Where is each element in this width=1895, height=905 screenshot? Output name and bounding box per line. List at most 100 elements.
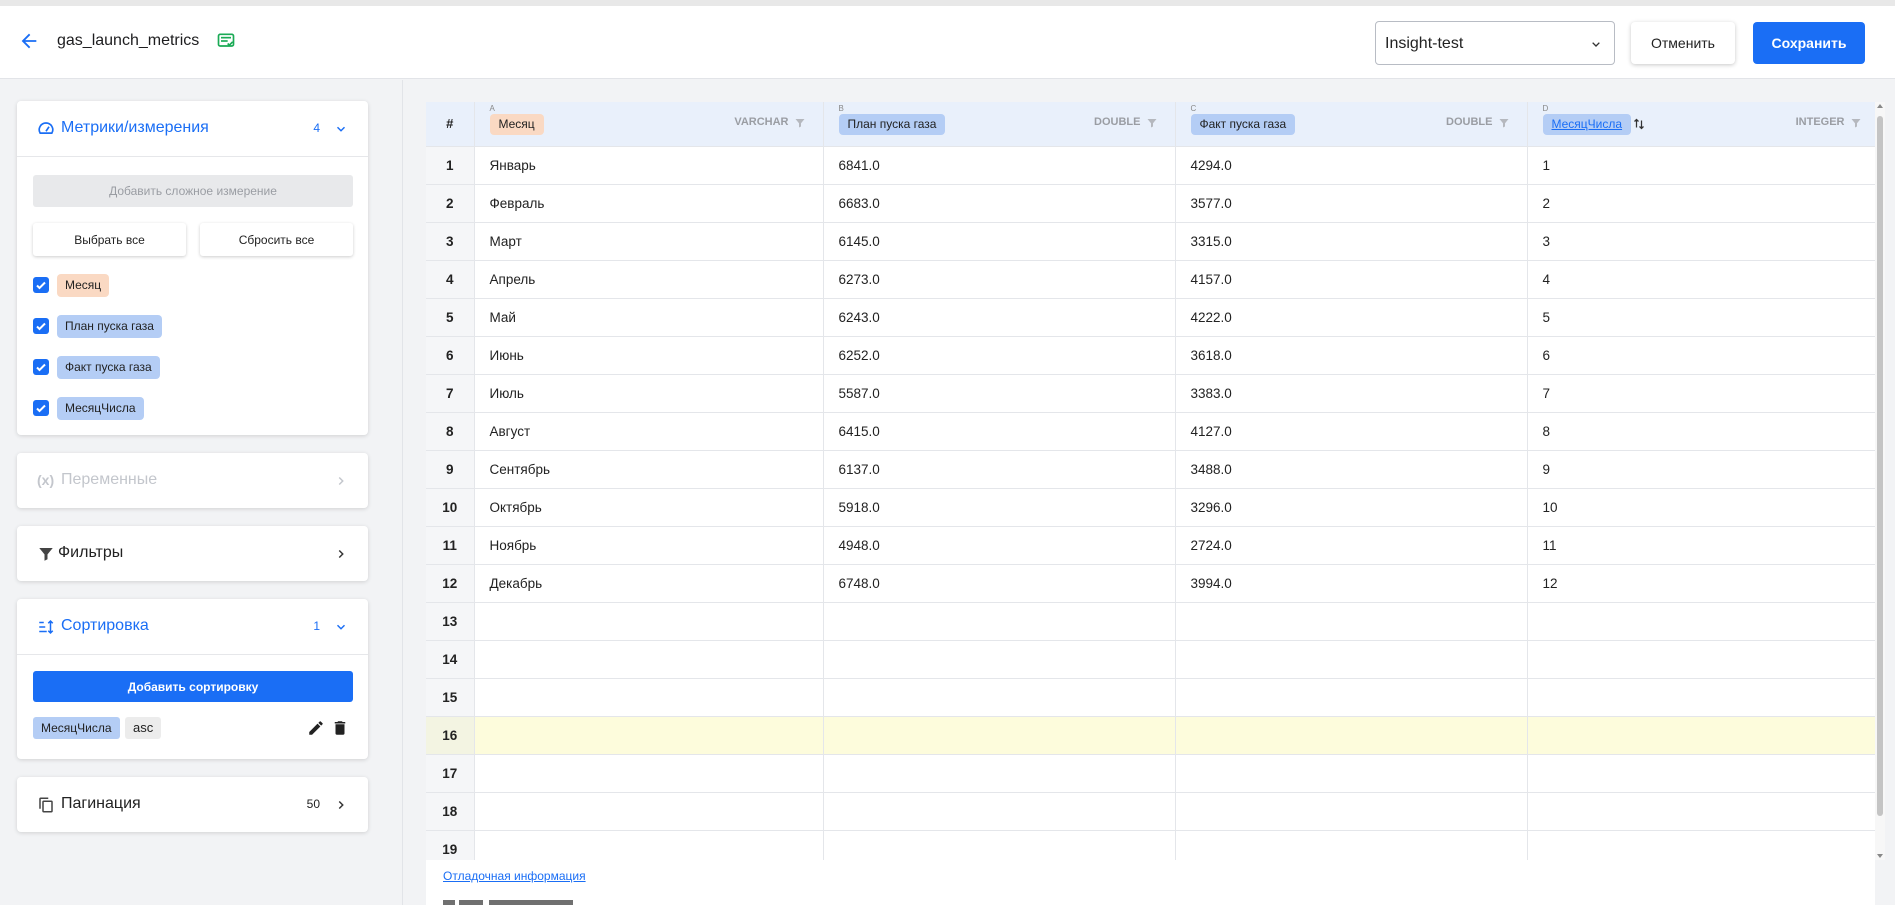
workspace-select[interactable]: Insight-test <box>1375 21 1615 65</box>
filter-icon[interactable] <box>1850 117 1862 129</box>
table-cell[interactable]: 6683.0 <box>823 184 1176 223</box>
checkbox-checked-icon[interactable] <box>33 400 49 416</box>
table-cell[interactable]: Май <box>474 298 824 337</box>
table-cell[interactable] <box>1527 830 1880 860</box>
filter-icon[interactable] <box>794 117 806 129</box>
table-cell[interactable]: 3994.0 <box>1175 564 1528 603</box>
table-row[interactable]: 14 <box>426 640 1880 679</box>
edit-icon[interactable] <box>307 719 325 737</box>
table-cell[interactable]: 12 <box>1527 564 1880 603</box>
table-cell[interactable] <box>1175 602 1528 641</box>
table-cell[interactable]: 4948.0 <box>823 526 1176 565</box>
table-cell[interactable]: 4127.0 <box>1175 412 1528 451</box>
table-cell[interactable]: Февраль <box>474 184 824 223</box>
table-cell[interactable]: 4222.0 <box>1175 298 1528 337</box>
column-header-month-number[interactable]: D МесяцЧисла INTEGER <box>1527 102 1880 147</box>
table-cell[interactable]: Июнь <box>474 336 824 375</box>
table-cell[interactable] <box>474 792 824 831</box>
table-cell[interactable]: 5918.0 <box>823 488 1176 527</box>
scroll-down-arrow[interactable] <box>1877 854 1883 858</box>
column-header-fact[interactable]: C Факт пуска газа DOUBLE <box>1175 102 1528 147</box>
table-cell[interactable]: Август <box>474 412 824 451</box>
column-header-month[interactable]: A Месяц VARCHAR <box>474 102 824 147</box>
table-cell[interactable]: Июль <box>474 374 824 413</box>
table-cell[interactable]: 4157.0 <box>1175 260 1528 299</box>
table-row[interactable]: 1 Январь 6841.0 4294.0 1 <box>426 146 1880 185</box>
table-cell[interactable] <box>823 792 1176 831</box>
sort-ascending-icon[interactable] <box>1633 118 1645 130</box>
table-cell[interactable]: 6 <box>1527 336 1880 375</box>
table-row[interactable]: 2 Февраль 6683.0 3577.0 2 <box>426 184 1880 223</box>
filter-icon[interactable] <box>1146 117 1158 129</box>
table-cell[interactable]: 6748.0 <box>823 564 1176 603</box>
checkbox-checked-icon[interactable] <box>33 318 49 334</box>
arrow-back-icon[interactable] <box>18 30 40 52</box>
column-header-plan[interactable]: B План пуска газа DOUBLE <box>823 102 1176 147</box>
table-row[interactable]: 15 <box>426 678 1880 717</box>
table-cell[interactable]: 3296.0 <box>1175 488 1528 527</box>
table-cell[interactable]: 6243.0 <box>823 298 1176 337</box>
table-row[interactable]: 5 Май 6243.0 4222.0 5 <box>426 298 1880 337</box>
table-row[interactable]: 18 <box>426 792 1880 831</box>
table-cell[interactable]: Ноябрь <box>474 526 824 565</box>
table-cell[interactable] <box>1175 792 1528 831</box>
debug-info-link[interactable]: Отладочная информация <box>443 869 586 883</box>
add-complex-dimension-button[interactable]: Добавить сложное измерение <box>33 175 353 207</box>
save-button[interactable]: Сохранить <box>1753 22 1865 64</box>
table-cell[interactable]: Октябрь <box>474 488 824 527</box>
table-cell[interactable]: 4 <box>1527 260 1880 299</box>
table-cell[interactable]: 10 <box>1527 488 1880 527</box>
table-cell[interactable]: 3315.0 <box>1175 222 1528 261</box>
table-cell[interactable]: 6273.0 <box>823 260 1176 299</box>
table-row[interactable]: 10 Октябрь 5918.0 3296.0 10 <box>426 488 1880 527</box>
table-row[interactable]: 3 Март 6145.0 3315.0 3 <box>426 222 1880 261</box>
table-cell[interactable]: 6841.0 <box>823 146 1176 185</box>
table-row[interactable]: 8 Август 6415.0 4127.0 8 <box>426 412 1880 451</box>
table-cell[interactable]: 3383.0 <box>1175 374 1528 413</box>
delete-icon[interactable] <box>331 719 349 737</box>
table-cell[interactable]: 1 <box>1527 146 1880 185</box>
table-row[interactable]: 6 Июнь 6252.0 3618.0 6 <box>426 336 1880 375</box>
scroll-up-arrow[interactable] <box>1877 104 1883 108</box>
table-cell[interactable]: 3 <box>1527 222 1880 261</box>
table-cell[interactable]: 7 <box>1527 374 1880 413</box>
table-cell[interactable] <box>1527 792 1880 831</box>
table-cell[interactable] <box>1527 678 1880 717</box>
table-cell[interactable] <box>1527 754 1880 793</box>
table-cell[interactable]: 11 <box>1527 526 1880 565</box>
table-cell[interactable]: 2 <box>1527 184 1880 223</box>
table-cell[interactable] <box>1175 640 1528 679</box>
filters-panel-header[interactable]: Фильтры <box>17 526 368 581</box>
vertical-scrollbar[interactable] <box>1875 102 1885 860</box>
table-cell[interactable] <box>1527 602 1880 641</box>
checkbox-checked-icon[interactable] <box>33 277 49 293</box>
table-cell[interactable]: 3618.0 <box>1175 336 1528 375</box>
table-cell[interactable]: Апрель <box>474 260 824 299</box>
sorting-panel-header[interactable]: Сортировка 1 <box>17 599 368 654</box>
table-row[interactable]: 19 <box>426 830 1880 860</box>
table-row[interactable]: 9 Сентябрь 6137.0 3488.0 9 <box>426 450 1880 489</box>
table-cell[interactable] <box>1175 716 1528 755</box>
table-cell[interactable] <box>474 754 824 793</box>
table-cell[interactable] <box>474 640 824 679</box>
table-cell[interactable] <box>823 640 1176 679</box>
table-cell[interactable] <box>1175 830 1528 860</box>
table-cell[interactable]: 6252.0 <box>823 336 1176 375</box>
select-all-button[interactable]: Выбрать все <box>33 223 186 256</box>
table-row[interactable]: 13 <box>426 602 1880 641</box>
table-cell[interactable]: 2724.0 <box>1175 526 1528 565</box>
table-cell[interactable] <box>474 830 824 860</box>
pagination-panel-header[interactable]: Пагинация 50 <box>17 777 368 832</box>
table-cell[interactable] <box>1175 678 1528 717</box>
table-cell[interactable] <box>1527 716 1880 755</box>
table-cell[interactable]: 6145.0 <box>823 222 1176 261</box>
checkbox-checked-icon[interactable] <box>33 359 49 375</box>
column-name-chip[interactable]: МесяцЧисла <box>1542 114 1632 135</box>
table-cell[interactable] <box>1527 640 1880 679</box>
table-cell[interactable] <box>823 678 1176 717</box>
table-row[interactable]: 12 Декабрь 6748.0 3994.0 12 <box>426 564 1880 603</box>
table-cell[interactable]: Декабрь <box>474 564 824 603</box>
table-cell[interactable]: Март <box>474 222 824 261</box>
table-cell[interactable]: 6415.0 <box>823 412 1176 451</box>
scrollbar-thumb[interactable] <box>1877 116 1883 816</box>
